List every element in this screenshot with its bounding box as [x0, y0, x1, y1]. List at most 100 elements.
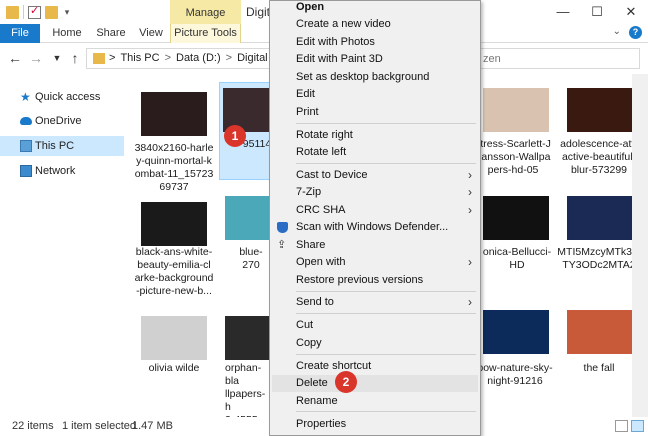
- menu-item-create-video[interactable]: Create a new video: [272, 16, 478, 33]
- file-caption: black-ans-white- beauty-emilia-cl arke-b…: [129, 246, 219, 298]
- maximize-button[interactable]: ☐: [580, 0, 614, 24]
- menu-item-properties[interactable]: Properties: [272, 416, 478, 433]
- caption-line: hansson-Wallpa: [475, 151, 551, 163]
- menu-item-cast-to-device[interactable]: Cast to Device ›: [272, 167, 478, 184]
- menu-item-label: Cast to Device: [296, 169, 368, 181]
- menu-item-delete[interactable]: Delete: [272, 375, 478, 392]
- customize-toolbar-icon[interactable]: ▾: [62, 6, 72, 19]
- breadcrumb-separator: >: [109, 52, 116, 64]
- tab-home[interactable]: Home: [46, 24, 88, 43]
- menu-item-label: Edit: [296, 88, 315, 100]
- menu-item-print[interactable]: Print: [272, 104, 478, 121]
- tab-view[interactable]: View: [136, 24, 166, 43]
- tab-picture-tools[interactable]: Picture Tools: [170, 24, 241, 43]
- sidebar-item-network[interactable]: Network: [0, 161, 124, 181]
- menu-divider: [296, 354, 476, 355]
- search-input[interactable]: zen: [478, 48, 640, 69]
- menu-item-label: Properties: [296, 418, 347, 430]
- cloud-icon: [20, 117, 32, 125]
- breadcrumb-this-pc[interactable]: This PC: [120, 52, 159, 64]
- minimize-button[interactable]: —: [546, 0, 580, 24]
- sidebar-item-label: This PC: [35, 140, 75, 152]
- menu-item-rotate-right[interactable]: Rotate right: [272, 127, 478, 144]
- thumbnail-image: [141, 316, 207, 360]
- caption-line: black-ans-white-: [135, 246, 213, 258]
- sidebar-item-this-pc[interactable]: This PC: [0, 136, 124, 156]
- caption-line: 3840x2160-harle: [134, 142, 214, 154]
- network-icon: [20, 165, 32, 177]
- thumbnail-image: [567, 310, 633, 354]
- file-caption: onica-Bellucci- HD: [477, 246, 557, 272]
- menu-item-rotate-left[interactable]: Rotate left: [272, 144, 478, 161]
- address-bar[interactable]: > This PC > Data (D:) > Digital Citize: [86, 48, 298, 69]
- submenu-arrow-icon: ›: [468, 255, 472, 269]
- help-icon[interactable]: ?: [629, 26, 642, 39]
- menu-item-label: Send to: [296, 296, 334, 308]
- caption-line: pow-nature-sky-: [477, 362, 553, 374]
- file-caption: olivia wilde: [129, 362, 219, 375]
- menu-divider: [296, 291, 476, 292]
- large-icons-view-icon[interactable]: [631, 420, 644, 432]
- search-text: zen: [483, 53, 501, 65]
- quick-access-toolbar: ▾: [6, 4, 72, 19]
- forward-arrow-icon[interactable]: →: [29, 50, 43, 66]
- menu-item-edit[interactable]: Edit: [272, 86, 478, 103]
- menu-item-restore-versions[interactable]: Restore previous versions: [272, 272, 478, 289]
- menu-item-edit-paint3d[interactable]: Edit with Paint 3D: [272, 51, 478, 68]
- breadcrumb-separator: >: [225, 52, 233, 64]
- breadcrumb-data-drive[interactable]: Data (D:): [176, 52, 221, 64]
- menu-item-set-desktop-background[interactable]: Set as desktop background: [272, 69, 478, 86]
- menu-item-label: Print: [296, 106, 319, 118]
- properties-checkmark-icon[interactable]: [28, 4, 41, 19]
- details-view-icon[interactable]: [615, 420, 628, 432]
- submenu-arrow-icon: ›: [468, 203, 472, 217]
- up-arrow-icon[interactable]: ↑: [68, 50, 82, 66]
- menu-item-label: Rotate left: [296, 146, 347, 158]
- menu-item-label: Rotate right: [296, 129, 353, 141]
- caption-line: 69737: [159, 181, 189, 193]
- menu-item-rename[interactable]: Rename: [272, 393, 478, 410]
- menu-item-open-with[interactable]: Open with ›: [272, 254, 478, 271]
- menu-item-label: Share: [296, 239, 326, 251]
- recent-locations-icon[interactable]: ▼: [50, 50, 64, 66]
- selection-count: 1 item selected: [62, 420, 136, 432]
- menu-item-copy[interactable]: Copy: [272, 335, 478, 352]
- new-folder-icon[interactable]: [45, 5, 58, 19]
- menu-item-scan-defender[interactable]: Scan with Windows Defender...: [272, 219, 478, 236]
- menu-divider: [296, 163, 476, 164]
- expand-ribbon-icon[interactable]: ⌄: [613, 26, 621, 39]
- menu-item-label: 7-Zip: [296, 186, 322, 198]
- menu-item-label: Edit with Photos: [296, 36, 375, 48]
- menu-item-send-to[interactable]: Send to ›: [272, 294, 478, 311]
- context-menu: Open Create a new video Edit with Photos…: [269, 0, 481, 436]
- thumbnail-image: [483, 196, 549, 240]
- sidebar-item-quick-access[interactable]: ★ Quick access: [0, 87, 124, 107]
- manage-contextual-tab[interactable]: Manage: [170, 0, 241, 24]
- menu-item-7zip[interactable]: 7-Zip ›: [272, 184, 478, 201]
- back-arrow-icon[interactable]: ←: [8, 50, 22, 66]
- menu-item-label: Copy: [296, 337, 322, 349]
- menu-item-create-shortcut[interactable]: Create shortcut: [272, 358, 478, 375]
- close-button[interactable]: ✕: [614, 0, 648, 24]
- caption-line: y-quinn-mortal-k: [136, 155, 212, 167]
- tab-share[interactable]: Share: [92, 24, 130, 43]
- step-callout-1: 1: [224, 125, 246, 147]
- window-controls: — ☐ ✕: [546, 0, 648, 24]
- step-callout-2: 2: [335, 371, 357, 393]
- folder-icon[interactable]: [6, 5, 19, 19]
- menu-item-open[interactable]: Open: [272, 0, 478, 16]
- vertical-scrollbar[interactable]: [632, 74, 648, 417]
- caption-line: llpapers-h: [225, 388, 266, 413]
- submenu-arrow-icon: ›: [468, 168, 472, 182]
- defender-shield-icon: [277, 222, 288, 233]
- menu-item-edit-photos[interactable]: Edit with Photos: [272, 34, 478, 51]
- tab-file[interactable]: File: [0, 24, 40, 43]
- thumbnail-image: [567, 88, 633, 132]
- sidebar-item-onedrive[interactable]: OneDrive: [0, 111, 124, 131]
- caption-line: the fall: [583, 362, 615, 374]
- menu-item-cut[interactable]: Cut: [272, 317, 478, 334]
- item-count: 22 items: [12, 420, 54, 432]
- menu-item-label: Create shortcut: [296, 360, 372, 372]
- menu-item-crc-sha[interactable]: CRC SHA ›: [272, 202, 478, 219]
- menu-item-share[interactable]: ⇪ Share: [272, 237, 478, 254]
